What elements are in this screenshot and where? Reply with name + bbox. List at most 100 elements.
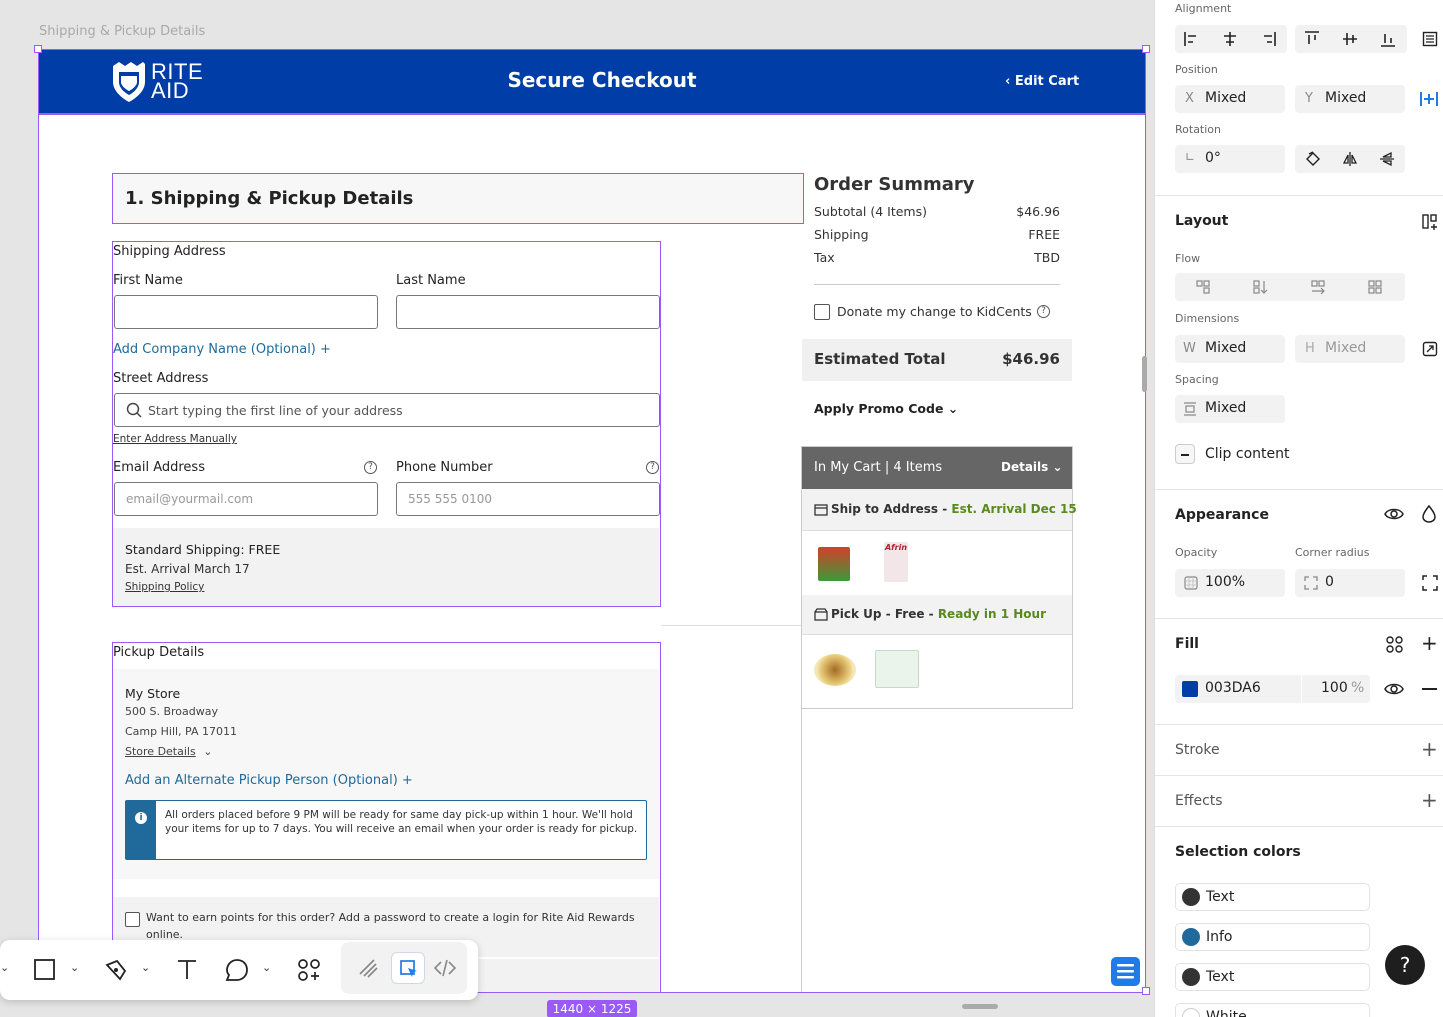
last-name-input[interactable] (396, 295, 660, 329)
rewards-checkbox[interactable] (125, 912, 140, 927)
first-name-input[interactable] (114, 295, 378, 329)
shipping-policy-link[interactable]: Shipping Policy (125, 581, 204, 593)
chevron-down-icon[interactable]: ⌄ (262, 961, 271, 974)
product-thumbnail[interactable] (875, 650, 919, 688)
y-position-input[interactable]: Y Mixed (1295, 85, 1405, 113)
donate-checkbox[interactable] (814, 304, 830, 320)
styles-grid-icon[interactable] (1386, 636, 1403, 653)
width-input[interactable]: W Mixed (1175, 335, 1285, 363)
chevron-down-icon[interactable]: ⌄ (141, 961, 150, 974)
vertical-scrollbar[interactable] (1142, 356, 1147, 392)
resize-handle[interactable] (1142, 45, 1150, 53)
fill-color-swatch[interactable] (1182, 681, 1198, 697)
flow-horizontal-icon[interactable] (1310, 279, 1326, 295)
shipping-address-block[interactable]: Shipping Address First Name Last Name Ad… (112, 241, 661, 607)
cart-details-toggle[interactable]: Details ⌄ (1001, 460, 1063, 474)
pickup-label: Pick Up - Free - (831, 607, 938, 621)
fill-row[interactable]: 003DA6 100 % (1175, 675, 1370, 703)
components-tool-icon[interactable] (296, 957, 322, 983)
selection-color-info[interactable]: Info (1175, 923, 1370, 951)
spacing-input[interactable]: Mixed (1175, 395, 1285, 423)
pickup-details-heading: Pickup Details (113, 645, 205, 660)
flow-grid-icon[interactable] (1367, 279, 1383, 295)
section-header[interactable]: 1. Shipping & Pickup Details (112, 173, 804, 224)
chevron-down-icon[interactable]: ⌄ (0, 961, 9, 974)
apply-promo-toggle[interactable]: Apply Promo Code ⌄ (814, 401, 958, 416)
tax-value: TBD (1034, 250, 1060, 265)
opacity-input[interactable]: 100% (1175, 569, 1285, 597)
product-thumbnail[interactable] (818, 547, 850, 581)
fill-hex[interactable]: 003DA6 (1205, 680, 1261, 696)
constraints-icon[interactable] (1419, 89, 1439, 109)
spacing-icon (1184, 402, 1196, 416)
chat-button[interactable] (1111, 957, 1140, 986)
angle-icon: ∟ (1185, 150, 1196, 164)
street-address-input[interactable]: Start typing the first line of your addr… (114, 393, 660, 427)
rotate-icon[interactable] (1305, 151, 1321, 167)
product-thumbnail[interactable]: Afrin (884, 542, 908, 582)
flow-free-icon[interactable] (1195, 279, 1211, 295)
draw-mode-icon[interactable] (356, 956, 380, 980)
code-mode-icon[interactable] (433, 956, 457, 980)
design-mode-button[interactable] (391, 952, 425, 984)
align-center-icon[interactable] (1222, 31, 1238, 47)
eye-icon[interactable] (1384, 505, 1404, 523)
align-bottom-icon[interactable] (1380, 31, 1396, 47)
design-canvas[interactable]: Shipping & Pickup Details RITE AID Secur… (0, 0, 1154, 1017)
add-fill-icon[interactable]: + (1421, 631, 1438, 655)
clip-content-checkbox[interactable] (1175, 444, 1195, 464)
corner-radius-label: Corner radius (1295, 546, 1370, 559)
align-top-icon[interactable] (1304, 31, 1320, 47)
resize-handle[interactable] (1142, 987, 1150, 995)
rectangle-tool-icon[interactable] (32, 957, 58, 983)
chevron-down-icon[interactable]: ⌄ (70, 961, 79, 974)
add-company-link[interactable]: Add Company Name (Optional) + (113, 342, 331, 357)
checkout-frame[interactable]: RITE AID Secure Checkout ‹ Edit Cart 1. … (38, 49, 1146, 993)
align-middle-icon[interactable] (1342, 31, 1358, 47)
resize-handle[interactable] (34, 45, 42, 53)
rotation-input[interactable]: ∟ 0° (1175, 145, 1285, 173)
flip-horizontal-icon[interactable] (1342, 151, 1358, 167)
height-input[interactable]: H Mixed (1295, 335, 1405, 363)
corner-radius-input[interactable]: 0 (1295, 569, 1405, 597)
resize-to-fit-icon[interactable] (1422, 341, 1438, 357)
eye-icon[interactable] (1384, 680, 1404, 698)
selection-color-white[interactable]: White (1175, 1003, 1370, 1017)
enter-address-manually-link[interactable]: Enter Address Manually (113, 433, 237, 445)
horizontal-scrollbar[interactable] (962, 1004, 998, 1009)
frame-label[interactable]: Shipping & Pickup Details (39, 24, 205, 39)
text-tool-icon[interactable] (174, 957, 200, 983)
comment-tool-icon[interactable] (224, 957, 250, 983)
selection-color-text[interactable]: Text (1175, 963, 1370, 991)
cart-header[interactable]: In My Cart | 4 Items Details ⌄ (802, 447, 1072, 489)
package-icon (814, 504, 828, 516)
store-details-toggle[interactable]: Store Details ⌄ (125, 745, 212, 758)
pen-tool-icon[interactable] (103, 957, 129, 983)
auto-layout-icon[interactable] (1421, 213, 1439, 231)
page-title: Secure Checkout (507, 68, 697, 92)
add-effect-icon[interactable]: + (1421, 788, 1438, 812)
product-thumbnail[interactable] (814, 654, 856, 686)
align-left-icon[interactable] (1184, 31, 1200, 47)
help-icon[interactable]: ? (364, 461, 377, 474)
help-icon[interactable]: ? (1037, 305, 1050, 318)
remove-fill-icon[interactable] (1422, 688, 1437, 690)
flip-vertical-icon[interactable] (1379, 151, 1395, 167)
phone-input[interactable]: 555 555 0100 (396, 482, 660, 516)
droplet-icon[interactable] (1421, 505, 1437, 523)
help-button[interactable]: ? (1385, 945, 1425, 985)
selection-color-text[interactable]: Text (1175, 883, 1370, 911)
add-stroke-icon[interactable]: + (1421, 737, 1438, 761)
alternate-pickup-link[interactable]: Add an Alternate Pickup Person (Optional… (125, 773, 413, 788)
edit-cart-link[interactable]: ‹ Edit Cart (1005, 74, 1079, 89)
email-input[interactable]: email@yourmail.com (114, 482, 378, 516)
x-position-input[interactable]: X Mixed (1175, 85, 1285, 113)
distribute-menu-icon[interactable] (1422, 31, 1438, 47)
opacity-icon (1184, 576, 1198, 590)
align-right-icon[interactable] (1260, 31, 1276, 47)
independent-corners-icon[interactable] (1422, 575, 1438, 591)
alignment-label: Alignment (1175, 2, 1232, 15)
fill-opacity[interactable]: 100 (1321, 680, 1348, 696)
flow-vertical-icon[interactable] (1252, 279, 1268, 295)
help-icon[interactable]: ? (646, 461, 659, 474)
